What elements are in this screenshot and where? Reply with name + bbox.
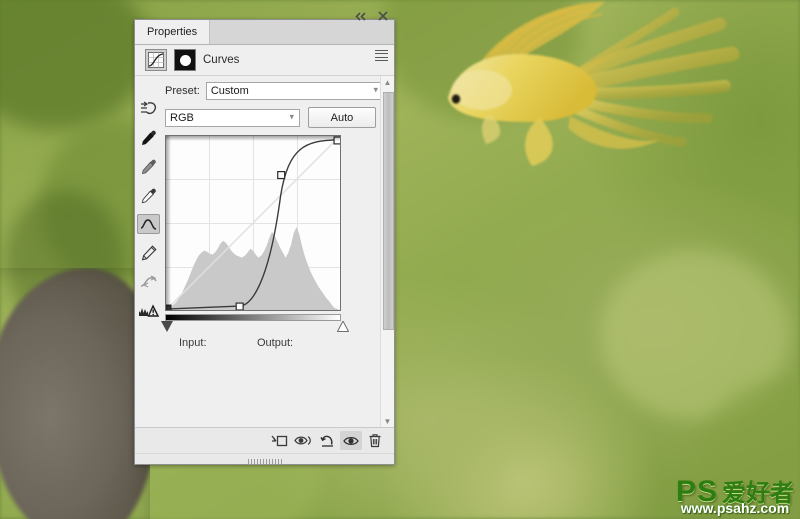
scrollbar-thumb[interactable] bbox=[383, 92, 394, 330]
view-previous-state-button[interactable] bbox=[292, 431, 314, 450]
animal-fur-subject bbox=[0, 268, 150, 519]
panel-tab-bar: Properties bbox=[135, 11, 394, 61]
panel-body: Preset: Custom ▾ RGB ▾ Auto Input: Outpu… bbox=[135, 76, 394, 427]
input-label: Input: bbox=[179, 337, 207, 349]
black-point-eyedropper-icon[interactable] bbox=[137, 127, 160, 147]
gray-point-eyedropper-icon[interactable] bbox=[137, 156, 160, 176]
channel-row: RGB ▾ Auto bbox=[165, 107, 384, 128]
tonal-gradient-bar bbox=[165, 314, 341, 321]
resize-grip[interactable] bbox=[247, 459, 282, 465]
curves-graph-area: Input: Output: bbox=[161, 135, 350, 349]
layer-mask-thumbnail[interactable] bbox=[174, 49, 196, 71]
clipping-warning-icon[interactable] bbox=[137, 301, 160, 321]
preset-select[interactable]: Custom ▾ bbox=[205, 82, 384, 100]
preset-value: Custom bbox=[210, 85, 249, 97]
tab-strip-empty bbox=[210, 20, 394, 44]
curves-graph[interactable] bbox=[165, 135, 341, 311]
curves-adjustment-icon[interactable] bbox=[145, 49, 167, 71]
panel-window-buttons bbox=[354, 10, 390, 22]
site-watermark: PS 爱好者 www.psahz.com bbox=[676, 477, 794, 516]
tab-properties-label: Properties bbox=[147, 26, 198, 38]
preset-label: Preset: bbox=[165, 85, 200, 97]
point-sliders bbox=[161, 319, 350, 333]
toggle-layer-visibility-button[interactable] bbox=[340, 431, 362, 450]
goldfish-subject bbox=[420, 0, 800, 184]
preset-row: Preset: Custom ▾ bbox=[165, 82, 384, 100]
curve-point-low bbox=[235, 302, 244, 310]
collapse-panel-icon[interactable] bbox=[354, 10, 368, 22]
input-output-row: Input: Output: bbox=[165, 337, 341, 349]
watermark-url: www.psahz.com bbox=[680, 500, 790, 516]
curves-tool-rail bbox=[135, 76, 162, 427]
tab-properties[interactable]: Properties bbox=[135, 20, 211, 44]
curve-point-mid bbox=[277, 170, 286, 180]
output-label: Output: bbox=[257, 337, 294, 349]
white-point-eyedropper-icon[interactable] bbox=[137, 185, 160, 205]
white-point-slider[interactable] bbox=[336, 319, 350, 332]
auto-button[interactable]: Auto bbox=[308, 107, 376, 128]
delete-adjustment-layer-button[interactable] bbox=[364, 431, 386, 450]
curves-content: Preset: Custom ▾ RGB ▾ Auto Input: Outpu… bbox=[161, 76, 394, 427]
channel-value: RGB bbox=[170, 111, 194, 124]
properties-panel: Properties Curves Preset: Custom ▾ RGB ▾… bbox=[134, 11, 395, 465]
channel-select[interactable]: RGB ▾ bbox=[165, 108, 300, 127]
chevron-down-icon: ▾ bbox=[289, 110, 294, 121]
panel-resize-area bbox=[135, 453, 394, 465]
adjustment-header: Curves bbox=[135, 45, 394, 76]
scroll-down-arrow-icon[interactable]: ▼ bbox=[381, 415, 394, 427]
background-photo: PS 爱好者 www.psahz.com bbox=[0, 0, 800, 519]
curves-plot bbox=[166, 136, 340, 310]
panel-footer-toolbar bbox=[135, 427, 394, 453]
scrollbar-track[interactable] bbox=[381, 88, 394, 415]
curve-point-tool-icon[interactable] bbox=[137, 214, 160, 234]
panel-scrollbar[interactable]: ▲ ▼ bbox=[380, 76, 394, 427]
pencil-draw-curve-icon[interactable] bbox=[137, 243, 160, 263]
scroll-up-arrow-icon[interactable]: ▲ bbox=[381, 76, 394, 88]
chevron-down-icon: ▾ bbox=[373, 84, 378, 95]
clip-to-layer-button[interactable] bbox=[268, 431, 290, 450]
black-point-slider[interactable] bbox=[161, 321, 173, 332]
reset-adjustment-button[interactable] bbox=[316, 431, 338, 450]
adjustment-title: Curves bbox=[203, 54, 240, 66]
close-icon[interactable] bbox=[376, 10, 390, 22]
panel-menu-icon[interactable] bbox=[375, 50, 388, 61]
smooth-curve-icon[interactable] bbox=[137, 272, 160, 292]
auto-button-label: Auto bbox=[330, 111, 354, 124]
on-image-adjust-icon[interactable] bbox=[137, 98, 160, 118]
